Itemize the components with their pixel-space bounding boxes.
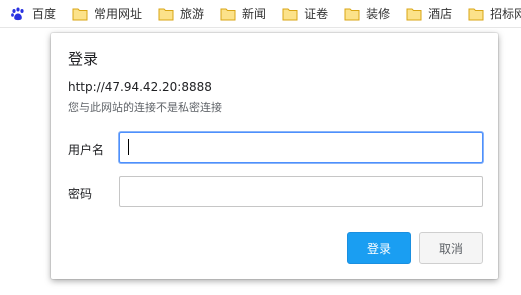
bookmark-folder-securities[interactable]: 证卷 bbox=[278, 3, 332, 25]
bookmark-baidu[interactable]: 百度 bbox=[6, 3, 60, 25]
folder-icon bbox=[158, 7, 174, 21]
folder-icon bbox=[72, 7, 88, 21]
username-field[interactable] bbox=[119, 132, 483, 163]
bookmark-folder-common[interactable]: 常用网址 bbox=[68, 3, 146, 25]
bookmark-label: 百度 bbox=[32, 6, 57, 21]
folder-icon bbox=[220, 7, 236, 21]
bookmark-label: 常用网址 bbox=[94, 6, 143, 21]
bookmark-label: 旅游 bbox=[180, 6, 205, 21]
bookmark-label: 证卷 bbox=[304, 6, 329, 21]
bookmark-label: 装修 bbox=[366, 6, 391, 21]
password-label: 密码 bbox=[68, 187, 93, 201]
bookmark-folder-news[interactable]: 新闻 bbox=[216, 3, 270, 25]
bookmark-folder-decoration[interactable]: 装修 bbox=[340, 3, 394, 25]
folder-icon bbox=[344, 7, 360, 21]
dialog-title: 登录 bbox=[68, 50, 99, 68]
bookmark-label: 招标网 bbox=[490, 6, 521, 21]
connection-warning: 您与此网站的连接不是私密连接 bbox=[68, 101, 222, 114]
folder-icon bbox=[406, 7, 422, 21]
cancel-button[interactable]: 取消 bbox=[419, 232, 483, 264]
text-caret bbox=[128, 139, 129, 155]
bookmark-folder-tender[interactable]: 招标网 bbox=[464, 3, 521, 25]
site-url: http://47.94.42.20:8888 bbox=[68, 80, 212, 94]
folder-icon bbox=[468, 7, 484, 21]
bookmark-label: 酒店 bbox=[428, 6, 453, 21]
folder-icon bbox=[282, 7, 298, 21]
bookmark-label: 新闻 bbox=[242, 6, 267, 21]
baidu-paw-icon bbox=[10, 7, 26, 21]
bookmarks-bar: 百度 常用网址 旅游 新闻 证卷 装修 酒店 招标 bbox=[0, 0, 521, 28]
login-button[interactable]: 登录 bbox=[347, 232, 411, 264]
bookmark-folder-hotel[interactable]: 酒店 bbox=[402, 3, 456, 25]
login-dialog: 登录 http://47.94.42.20:8888 您与此网站的连接不是私密连… bbox=[51, 33, 498, 279]
password-field[interactable] bbox=[119, 176, 483, 207]
username-label: 用户名 bbox=[68, 143, 105, 157]
bookmark-folder-travel[interactable]: 旅游 bbox=[154, 3, 208, 25]
